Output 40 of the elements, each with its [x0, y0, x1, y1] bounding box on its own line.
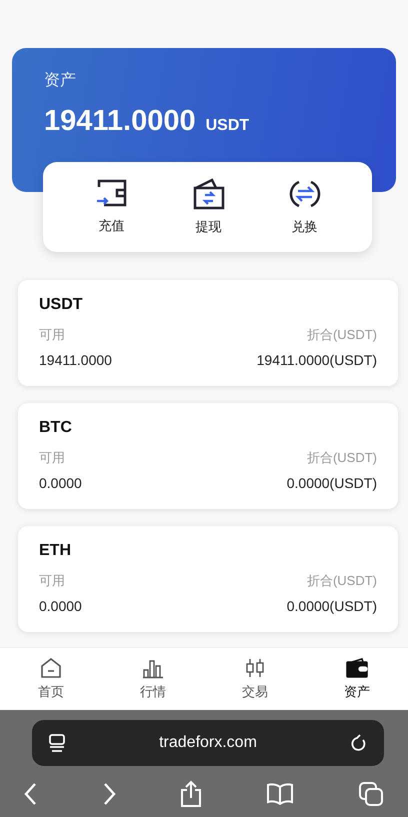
coin-name: USDT — [39, 296, 84, 314]
action-button[interactable]: 充值 — [90, 175, 132, 239]
tab[interactable]: 交易 — [220, 656, 290, 702]
coin-name: BTC — [39, 419, 73, 437]
share-button[interactable] — [180, 780, 202, 808]
available-value: 0.0000 — [39, 475, 82, 491]
converted-value: 0.0000(USDT) — [286, 598, 377, 614]
available-label: 可用 — [39, 326, 65, 344]
tabs-button[interactable] — [358, 781, 384, 807]
available-label: 可用 — [39, 449, 65, 467]
converted-value: 0.0000(USDT) — [286, 475, 377, 491]
action-button[interactable]: 提现 — [188, 174, 230, 240]
wallet-arrow-icon — [94, 179, 128, 209]
bookmarks-button[interactable] — [266, 783, 294, 805]
reload-icon[interactable] — [350, 733, 368, 753]
balance-label: 资产 — [44, 70, 77, 91]
available-value: 0.0000 — [39, 598, 82, 614]
tab[interactable]: 资产 — [322, 656, 392, 702]
address-bar[interactable]: tradeforx.com — [32, 720, 384, 766]
balance-unit: USDT — [206, 117, 250, 135]
url-text: tradeforx.com — [159, 734, 257, 752]
page-menu-icon[interactable] — [48, 733, 66, 753]
wallet-exchange-icon — [192, 178, 226, 210]
available-value: 19411.0000 — [39, 352, 112, 368]
back-button[interactable] — [24, 782, 38, 806]
coin-name: ETH — [39, 542, 72, 560]
converted-label: 折合(USDT) — [306, 449, 377, 467]
converted-value: 19411.0000(USDT) — [256, 352, 377, 368]
candlestick-icon — [244, 657, 266, 679]
converted-label: 折合(USDT) — [306, 326, 377, 344]
exchange-circle-icon — [288, 178, 320, 210]
tab[interactable]: 行情 — [118, 656, 188, 702]
action-button[interactable]: 兑换 — [284, 174, 324, 240]
balance-amount: 19411.0000 — [44, 105, 196, 138]
tab[interactable]: 首页 — [16, 656, 86, 702]
forward-button[interactable] — [102, 782, 116, 806]
wallet-icon — [346, 657, 368, 679]
available-label: 可用 — [39, 572, 65, 590]
home-icon — [40, 657, 62, 679]
converted-label: 折合(USDT) — [306, 572, 377, 590]
